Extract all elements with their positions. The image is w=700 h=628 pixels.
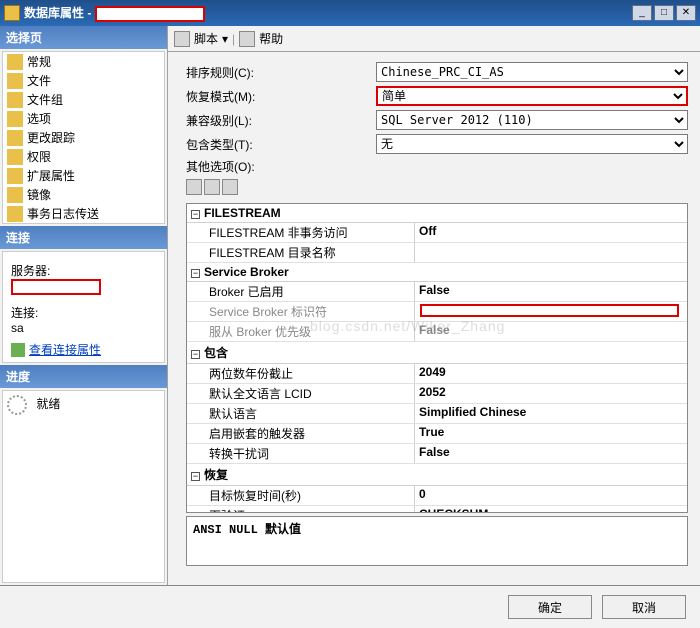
collapse-icon[interactable]: − xyxy=(191,269,200,278)
close-button[interactable]: ✕ xyxy=(676,5,696,21)
progress-panel: 就绪 xyxy=(2,390,165,583)
prop-row: 默认语言Simplified Chinese xyxy=(187,404,687,424)
props-icon[interactable] xyxy=(222,179,238,195)
title-bar: 数据库属性 - _ □ ✕ xyxy=(0,0,700,26)
collation-select[interactable]: Chinese_PRC_CI_AS xyxy=(376,62,688,82)
page-icon xyxy=(7,111,23,127)
page-list: 常规 文件 文件组 选项 更改跟踪 权限 扩展属性 镜像 事务日志传送 xyxy=(2,51,165,224)
page-icon xyxy=(7,168,23,184)
sidebar-item-changetracking[interactable]: 更改跟踪 xyxy=(3,128,164,147)
help-button[interactable]: 帮助 xyxy=(259,30,283,47)
select-page-header: 选择页 xyxy=(0,26,167,49)
sidebar-item-mirror[interactable]: 镜像 xyxy=(3,185,164,204)
page-icon xyxy=(7,187,23,203)
connection-value: sa xyxy=(11,321,156,335)
other-options-label: 其他选项(O): xyxy=(186,158,376,175)
help-icon xyxy=(239,31,255,47)
progress-header: 进度 xyxy=(0,365,167,388)
script-icon xyxy=(174,31,190,47)
containment-select[interactable]: 无 xyxy=(376,134,688,154)
containment-label: 包含类型(T): xyxy=(186,136,376,153)
description-pane: ANSI NULL 默认值 xyxy=(186,516,688,566)
window-title: 数据库属性 - xyxy=(24,4,632,22)
cancel-button[interactable]: 取消 xyxy=(602,595,686,619)
sidebar-item-general[interactable]: 常规 xyxy=(3,52,164,71)
property-grid[interactable]: −FILESTREAM FILESTREAM 非事务访问Off FILESTRE… xyxy=(186,203,688,513)
section-filestream[interactable]: −FILESTREAM xyxy=(187,204,687,223)
prop-row: FILESTREAM 非事务访问Off xyxy=(187,223,687,243)
redacted-server xyxy=(11,279,101,295)
connection-panel: 服务器: 连接: sa 查看连接属性 xyxy=(2,251,165,363)
spinner-icon xyxy=(7,395,27,415)
server-label: 服务器: xyxy=(11,262,156,279)
prop-row: FILESTREAM 目录名称 xyxy=(187,243,687,263)
sidebar-item-permissions[interactable]: 权限 xyxy=(3,147,164,166)
prop-row: 页验证CHECKSUM xyxy=(187,506,687,513)
status-ready: 就绪 xyxy=(36,397,60,411)
recovery-select[interactable]: 简单 xyxy=(376,86,688,106)
view-connection-props-link[interactable]: 查看连接属性 xyxy=(11,341,156,358)
collapse-icon[interactable]: − xyxy=(191,472,200,481)
section-containment[interactable]: −包含 xyxy=(187,342,687,364)
main-panel: 脚本 ▾ | 帮助 排序规则(C): Chinese_PRC_CI_AS 恢复模… xyxy=(168,26,700,585)
script-button[interactable]: 脚本 xyxy=(194,30,218,47)
compat-select[interactable]: SQL Server 2012 (110) xyxy=(376,110,688,130)
page-icon xyxy=(7,73,23,89)
window-buttons: _ □ ✕ xyxy=(632,5,696,21)
minimize-button[interactable]: _ xyxy=(632,5,652,21)
prop-row: 服从 Broker 优先级False xyxy=(187,322,687,342)
sidebar: 选择页 常规 文件 文件组 选项 更改跟踪 权限 扩展属性 镜像 事务日志传送 … xyxy=(0,26,168,585)
sidebar-item-filegroups[interactable]: 文件组 xyxy=(3,90,164,109)
categorize-icon[interactable] xyxy=(186,179,202,195)
connection-header: 连接 xyxy=(0,226,167,249)
collation-label: 排序规则(C): xyxy=(186,64,376,81)
properties-icon xyxy=(11,343,25,357)
page-icon xyxy=(7,92,23,108)
options-form: 排序规则(C): Chinese_PRC_CI_AS 恢复模式(M): 简单 兼… xyxy=(168,52,700,199)
prop-row: 目标恢复时间(秒)0 xyxy=(187,486,687,506)
separator: | xyxy=(232,32,235,46)
prop-row: Service Broker 标识符 xyxy=(187,302,687,322)
page-icon xyxy=(7,149,23,165)
collapse-icon[interactable]: − xyxy=(191,350,200,359)
prop-row: 启用嵌套的触发器True xyxy=(187,424,687,444)
connection-label: 连接: xyxy=(11,304,156,321)
sort-icon[interactable] xyxy=(204,179,220,195)
redacted-dbname xyxy=(95,6,205,22)
sidebar-item-extprops[interactable]: 扩展属性 xyxy=(3,166,164,185)
dropdown-arrow-icon[interactable]: ▾ xyxy=(222,32,228,46)
maximize-button[interactable]: □ xyxy=(654,5,674,21)
toolbar: 脚本 ▾ | 帮助 xyxy=(168,26,700,52)
page-icon xyxy=(7,54,23,70)
compat-label: 兼容级别(L): xyxy=(186,112,376,129)
sidebar-item-options[interactable]: 选项 xyxy=(3,109,164,128)
section-recovery[interactable]: −恢复 xyxy=(187,464,687,486)
recovery-label: 恢复模式(M): xyxy=(186,88,376,105)
sidebar-item-logship[interactable]: 事务日志传送 xyxy=(3,204,164,223)
page-icon xyxy=(7,130,23,146)
sidebar-item-files[interactable]: 文件 xyxy=(3,71,164,90)
page-icon xyxy=(7,206,23,222)
collapse-icon[interactable]: − xyxy=(191,210,200,219)
dialog-footer: 确定 取消 xyxy=(0,585,700,628)
database-icon xyxy=(4,5,20,21)
section-servicebroker[interactable]: −Service Broker xyxy=(187,263,687,282)
prop-row: Broker 已启用False xyxy=(187,282,687,302)
prop-row: 默认全文语言 LCID2052 xyxy=(187,384,687,404)
prop-row: 两位数年份截止2049 xyxy=(187,364,687,384)
prop-row: 转换干扰词False xyxy=(187,444,687,464)
ok-button[interactable]: 确定 xyxy=(508,595,592,619)
redacted-broker-id xyxy=(420,304,679,317)
